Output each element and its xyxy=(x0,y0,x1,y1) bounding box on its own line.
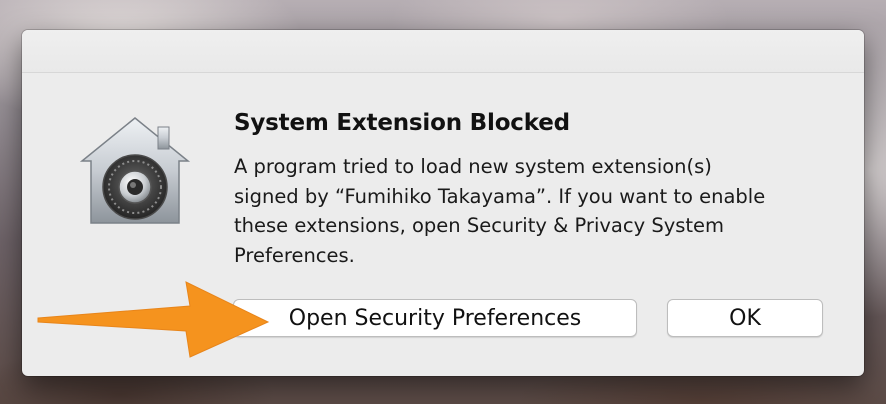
ok-button[interactable]: OK xyxy=(667,299,823,337)
dialog-message-line: signed by “Fumihiko Takayama”. If you wa… xyxy=(234,184,766,208)
open-security-preferences-button[interactable]: Open Security Preferences xyxy=(233,299,637,337)
dialog-title: System Extension Blocked xyxy=(234,110,570,136)
dialog-message: A program tried to load new system exten… xyxy=(234,152,824,270)
dialog-message-line: Preferences. xyxy=(234,243,355,267)
security-lock-house-icon xyxy=(78,115,192,227)
dialog-message-line: A program tried to load new system exten… xyxy=(234,155,712,178)
dialog-message-line: these extensions, open Security & Privac… xyxy=(234,214,725,237)
system-extension-blocked-dialog: System Extension Blocked A program tried… xyxy=(22,30,864,376)
dialog-titlebar xyxy=(22,30,864,73)
